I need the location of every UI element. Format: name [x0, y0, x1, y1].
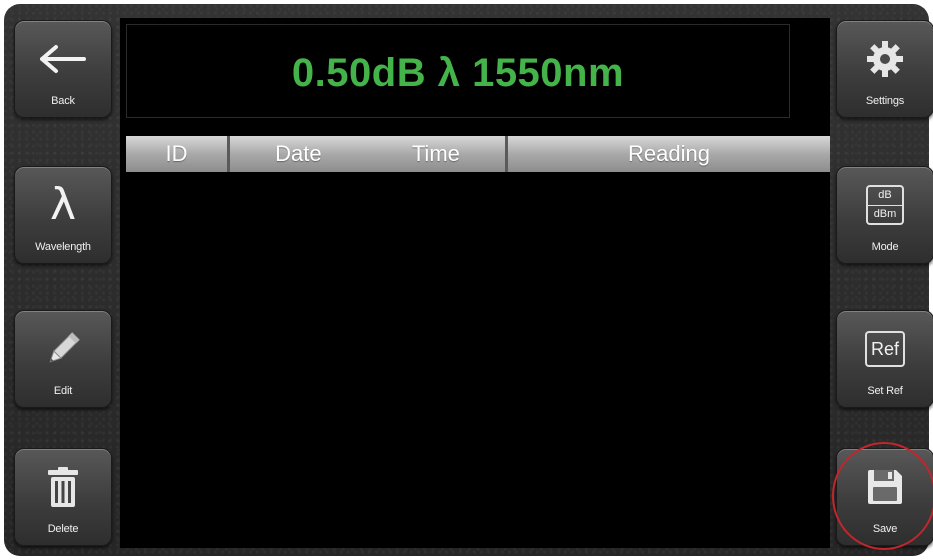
- edit-label: Edit: [53, 385, 73, 397]
- wavelength-button[interactable]: λ Wavelength: [14, 166, 112, 264]
- floppy-disk-icon: [837, 461, 933, 513]
- settings-button[interactable]: Settings: [836, 20, 933, 118]
- table-header: ID Date Time Reading: [126, 136, 830, 172]
- mode-button[interactable]: dB dBm Mode: [836, 166, 933, 264]
- back-label: Back: [51, 95, 75, 107]
- save-label: Save: [872, 523, 898, 535]
- set-ref-button[interactable]: Ref Set Ref: [836, 310, 933, 408]
- save-button[interactable]: Save: [836, 448, 933, 546]
- column-time-label: Time: [411, 141, 460, 166]
- main-screen: 0.50dB λ 1550nm ID Date Time Reading: [120, 18, 830, 548]
- ref-icon: Ref: [837, 323, 933, 375]
- arrow-left-icon: [15, 33, 111, 85]
- column-header-reading[interactable]: Reading: [508, 136, 830, 172]
- db-dbm-icon: dB dBm: [837, 179, 933, 231]
- lambda-glyph: λ: [49, 179, 77, 230]
- gear-icon: [837, 33, 933, 85]
- column-header-id[interactable]: ID: [126, 136, 230, 172]
- delete-label: Delete: [47, 523, 79, 535]
- mode-label: Mode: [871, 241, 899, 253]
- mode-top-text: dB: [868, 187, 902, 206]
- column-date-label: Date: [275, 141, 322, 166]
- pencil-icon: [15, 323, 111, 375]
- trash-icon: [15, 461, 111, 513]
- table-body[interactable]: [126, 172, 830, 542]
- current-reading: 0.50dB λ 1550nm: [291, 51, 625, 95]
- wavelength-label: Wavelength: [35, 241, 91, 253]
- device: Back λ Wavelength Edit Delete Settings d…: [0, 0, 933, 560]
- delete-button[interactable]: Delete: [14, 448, 112, 546]
- mode-bottom-text: dBm: [873, 207, 897, 220]
- lambda-icon: λ: [15, 179, 111, 231]
- column-header-date-time[interactable]: Date Time: [230, 136, 508, 172]
- column-id-label: ID: [165, 141, 188, 166]
- set-ref-label: Set Ref: [867, 385, 903, 397]
- back-button[interactable]: Back: [14, 20, 112, 118]
- column-reading-label: Reading: [628, 141, 710, 166]
- ref-icon-text: Ref: [865, 331, 905, 367]
- edit-button[interactable]: Edit: [14, 310, 112, 408]
- settings-label: Settings: [865, 95, 905, 107]
- reading-display: 0.50dB λ 1550nm: [126, 24, 790, 118]
